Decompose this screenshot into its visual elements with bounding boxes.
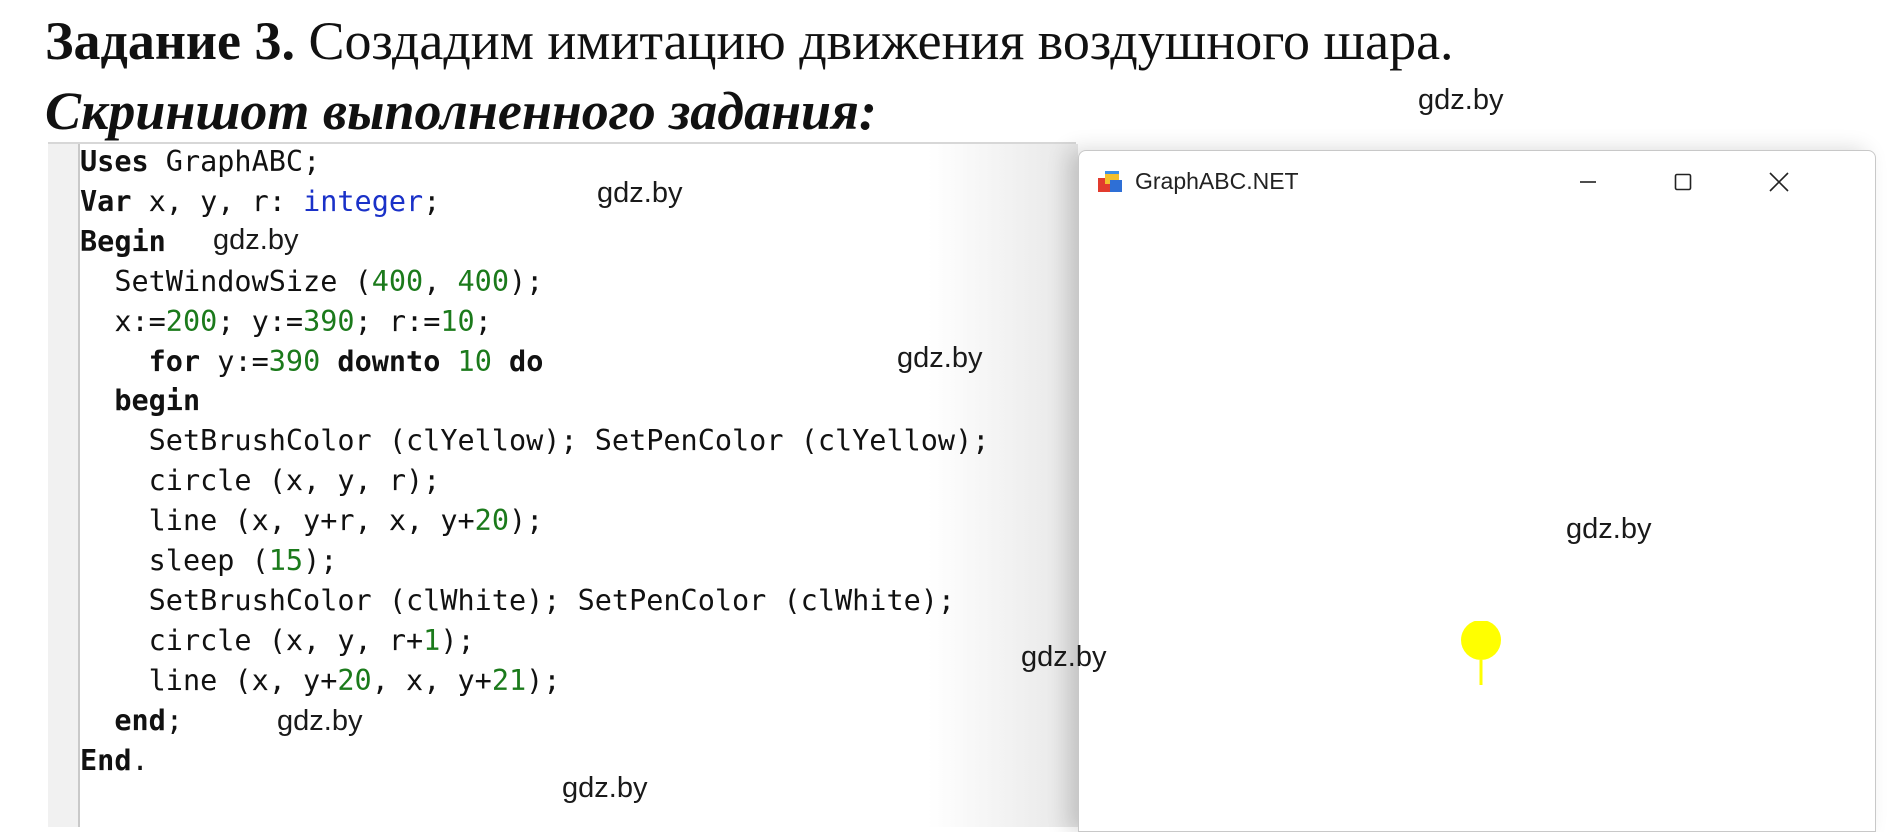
code-token: Uses (80, 145, 149, 178)
code-line: line (x, y+r, x, y+20); (80, 501, 989, 541)
code-token: , x, y+ (371, 663, 492, 697)
code-token: do (509, 344, 544, 378)
balloon (1461, 621, 1501, 685)
code-token: SetBrushColor (clWhite); SetPenColor (cl… (80, 583, 956, 617)
code-token: Begin (80, 224, 166, 258)
code-token: x:= (80, 304, 166, 338)
code-token: ); (508, 504, 544, 538)
code-line: Var x, y, r: integer; (80, 182, 989, 222)
code-line: line (x, y+20, x, y+21); (80, 661, 989, 701)
code-token: . (131, 743, 149, 777)
code-line: x:=200; y:=390; r:=10; (80, 302, 989, 342)
code-token: 390 (268, 344, 321, 378)
code-token: ); (440, 623, 475, 657)
code-line: SetWindowSize (400, 400); (80, 262, 989, 302)
code-line: sleep (15); (80, 541, 989, 581)
code-token: y:= (200, 344, 269, 378)
task-number: Задание 3. (45, 11, 296, 71)
minimize-icon (1580, 181, 1596, 183)
watermark: gdz.by (213, 224, 299, 256)
code-line: end; (80, 701, 989, 741)
code-token: 15 (268, 544, 304, 578)
maximize-icon (1674, 173, 1692, 191)
task-heading: Задание 3. Создадим имитацию движения во… (45, 8, 1454, 74)
code-line: End. (80, 741, 989, 781)
watermark: gdz.by (277, 705, 363, 737)
code-line: Uses GraphABC; (80, 142, 989, 182)
code-token: End (80, 743, 132, 777)
code-token: 390 (303, 304, 355, 338)
code-token: 400 (371, 264, 424, 298)
code-token: GraphABC; (148, 145, 321, 178)
task-description: Создадим имитацию движения воздушного ша… (295, 11, 1454, 71)
code-token: line (x, y+r, x, y+ (80, 504, 475, 538)
watermark: gdz.by (562, 772, 648, 804)
code-token: circle (x, y, r+ (80, 623, 424, 657)
code-token: downto (337, 344, 441, 378)
code-token: 20 (474, 504, 509, 538)
code-token: Var (80, 184, 132, 218)
code-token: ; r:= (354, 304, 441, 338)
code-token: integer (303, 184, 424, 218)
code-token: ); (509, 264, 544, 298)
window-title: GraphABC.NET (1135, 168, 1299, 194)
code-token: 400 (457, 264, 509, 298)
code-token: begin (114, 384, 201, 418)
code-token: ; (165, 703, 183, 737)
code-token: 20 (337, 663, 372, 697)
watermark: gdz.by (597, 177, 683, 209)
graphabc-window[interactable]: GraphABC.NET (1078, 150, 1876, 832)
code-token: 10 (457, 344, 492, 378)
close-button[interactable] (1756, 163, 1802, 201)
code-token: ); (526, 663, 561, 697)
code-token: SetWindowSize ( (80, 264, 372, 298)
code-token: x, y, r: (131, 184, 304, 218)
code-line: for y:=390 downto 10 do (80, 342, 989, 382)
code-token: end (114, 703, 166, 737)
code-line: SetBrushColor (clYellow); SetPenColor (c… (80, 421, 990, 461)
balloon-circle (1461, 621, 1501, 660)
watermark: gdz.by (1021, 641, 1107, 673)
code-line: SetBrushColor (clWhite); SetPenColor (cl… (80, 581, 989, 621)
code-token: ; (474, 304, 492, 338)
editor-gutter (48, 144, 80, 827)
screenshot-subtitle: Скриншот выполненного задания: (45, 81, 877, 141)
minimize-button[interactable] (1565, 163, 1611, 201)
code-token: line (x, y+ (80, 663, 338, 697)
maximize-button[interactable] (1660, 163, 1706, 201)
watermark: gdz.by (1418, 84, 1504, 116)
code-token: ); (303, 544, 338, 578)
code-token: 10 (440, 304, 475, 338)
code-token: for (148, 344, 201, 378)
watermark: gdz.by (897, 342, 983, 374)
watermark: gdz.by (1566, 513, 1652, 545)
code-token: circle (x, y, r); (80, 464, 441, 498)
code-token: SetBrushColor (clYellow); SetPenColor (c… (80, 424, 990, 458)
code-token: 21 (491, 663, 527, 697)
code-token: 1 (423, 623, 441, 657)
code-token: , (423, 264, 458, 298)
code-line: begin (80, 381, 989, 421)
code-token: sleep ( (80, 544, 269, 578)
close-icon (1769, 172, 1789, 192)
code-line: circle (x, y, r+1); (80, 621, 989, 661)
code-token: 200 (165, 304, 218, 338)
window-titlebar[interactable]: GraphABC.NET (1079, 151, 1875, 213)
code-line: circle (x, y, r); (80, 461, 989, 501)
code-token: ; (423, 184, 441, 218)
app-icon (1098, 171, 1122, 192)
code-token: ; y:= (217, 304, 304, 338)
